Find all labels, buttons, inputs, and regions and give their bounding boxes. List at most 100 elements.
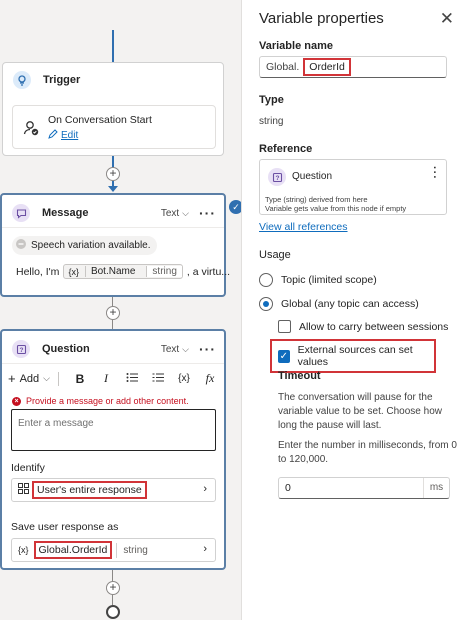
- variable-type: string: [146, 266, 182, 277]
- svg-text:?: ?: [275, 175, 279, 182]
- usage-option-global-label: Global (any topic can access): [281, 298, 419, 310]
- external-sources-label: External sources can set values: [297, 344, 413, 368]
- timeout-value: 0: [285, 482, 291, 494]
- chevron-down-icon: ⌵: [182, 343, 189, 354]
- panel-title: Variable properties: [259, 10, 384, 27]
- save-variable-name: Global.OrderId: [33, 541, 113, 559]
- timeout-description: The conversation will pause for the vari…: [278, 392, 442, 431]
- usage-option-topic-label: Topic (limited scope): [281, 274, 377, 286]
- add-node-button[interactable]: +: [106, 306, 120, 320]
- variable-name-field[interactable]: Global. OrderId: [259, 56, 447, 78]
- message-type-label: Text: [160, 207, 180, 219]
- question-icon: ?: [268, 168, 286, 186]
- speech-variation-badge[interactable]: Speech variation available.: [12, 236, 157, 255]
- speech-icon: [15, 238, 27, 253]
- check-icon: ✓: [279, 350, 289, 362]
- question-type-dropdown[interactable]: Text ⌵: [161, 344, 189, 355]
- trigger-header: Trigger: [13, 71, 80, 89]
- identify-icon: [18, 483, 29, 497]
- reference-desc-2: Variable gets value from this node if em…: [265, 204, 407, 213]
- plus-icon: +: [8, 371, 16, 386]
- question-title: Question: [42, 343, 90, 355]
- flow-end-marker: [106, 605, 120, 619]
- usage-label: Usage: [259, 249, 291, 261]
- connector-arrow: [108, 186, 118, 192]
- conversation-start-icon: [23, 120, 39, 139]
- message-type-dropdown[interactable]: Text ⌵: [161, 208, 189, 219]
- trigger-title: Trigger: [43, 74, 81, 86]
- formula-icon[interactable]: fx: [197, 371, 223, 386]
- message-header: Message: [12, 204, 88, 222]
- allow-carry-checkbox-row[interactable]: Allow to carry between sessions: [278, 320, 448, 333]
- edit-icon: [48, 129, 58, 142]
- reference-card[interactable]: ? Question ··· Type (string) derived fro…: [259, 159, 447, 215]
- message-node[interactable]: Message Text ⌵ ··· Speech variation avai…: [0, 193, 230, 297]
- error-text: Provide a message or add other content.: [26, 396, 189, 406]
- add-node-button[interactable]: +: [106, 581, 120, 595]
- connector-line: [112, 595, 113, 605]
- type-value: string: [259, 116, 284, 127]
- external-sources-checkbox-row[interactable]: ✓ External sources can set values: [270, 339, 436, 373]
- variable-properties-panel: Variable properties ✕ Variable name Glob…: [243, 0, 474, 620]
- variable-icon: {x}: [18, 545, 29, 555]
- svg-text:?: ?: [19, 347, 23, 354]
- message-text[interactable]: Hello, I'm {x} Bot.Name string , a virtu…: [16, 264, 230, 279]
- more-icon[interactable]: ···: [199, 341, 216, 357]
- identify-value: User's entire response: [32, 481, 147, 499]
- add-label: Add: [19, 372, 40, 385]
- bold-icon[interactable]: B: [67, 372, 93, 386]
- message-input[interactable]: Enter a message: [11, 409, 216, 451]
- trigger-event-label: On Conversation Start: [48, 114, 152, 126]
- external-sources-checkbox[interactable]: ✓: [278, 349, 290, 363]
- message-title: Message: [42, 207, 89, 219]
- reference-desc-1: Type (string) derived from here: [265, 195, 368, 204]
- trigger-node[interactable]: Trigger On Conversation Start Edit: [2, 62, 224, 156]
- chevron-down-icon: ⌵: [182, 207, 189, 218]
- message-toolbar: + Add ⌵ B I {x} fx: [8, 371, 223, 386]
- save-variable-type: string: [116, 542, 153, 558]
- save-variable-selector[interactable]: {x} Global.OrderId string ›: [11, 538, 216, 562]
- timeout-unit: ms: [423, 478, 449, 498]
- trigger-icon: [13, 71, 31, 89]
- radio-topic[interactable]: [259, 273, 273, 287]
- message-placeholder: Enter a message: [18, 418, 94, 429]
- variable-name-input[interactable]: OrderId: [303, 58, 351, 76]
- save-response-label: Save user response as: [11, 521, 119, 533]
- chevron-right-icon: ›: [203, 483, 207, 495]
- type-label: Type: [259, 94, 284, 106]
- error-message: × Provide a message or add other content…: [12, 396, 189, 406]
- question-icon: ?: [12, 340, 30, 358]
- usage-option-global[interactable]: Global (any topic can access): [259, 297, 419, 311]
- variable-prefix: Global.: [266, 61, 300, 73]
- trigger-event-card[interactable]: On Conversation Start Edit: [12, 105, 216, 149]
- message-icon: [12, 204, 30, 222]
- error-icon: ×: [12, 396, 21, 406]
- message-text-suffix: , a virtu...: [186, 265, 231, 278]
- more-icon[interactable]: ···: [199, 205, 216, 221]
- list-icon[interactable]: [119, 372, 145, 386]
- edit-label: Edit: [61, 130, 79, 141]
- speech-variation-text: Speech variation available.: [31, 240, 151, 251]
- identify-selector[interactable]: User's entire response ›: [11, 478, 216, 502]
- add-button[interactable]: + Add ⌵: [8, 371, 58, 386]
- more-icon[interactable]: ···: [428, 166, 440, 180]
- allow-carry-checkbox[interactable]: [278, 320, 291, 333]
- reference-node-name: Question: [292, 171, 333, 182]
- variable-chip[interactable]: {x} Bot.Name string: [63, 264, 183, 279]
- question-type-label: Text: [160, 343, 180, 355]
- usage-option-topic[interactable]: Topic (limited scope): [259, 273, 377, 287]
- question-node[interactable]: ? Question Text ⌵ ··· + Add ⌵ B I {x} fx…: [0, 329, 226, 570]
- close-icon[interactable]: ✕: [440, 9, 454, 29]
- view-all-references-link[interactable]: View all references: [259, 221, 348, 233]
- chevron-down-icon: ⌵: [43, 373, 50, 383]
- message-text-prefix: Hello, I'm: [16, 265, 60, 278]
- list-icon[interactable]: [145, 372, 171, 386]
- variable-icon[interactable]: {x}: [171, 373, 197, 384]
- italic-icon[interactable]: I: [93, 371, 119, 386]
- reference-label: Reference: [259, 143, 313, 155]
- timeout-input[interactable]: 0 ms: [278, 477, 450, 499]
- question-header-controls: Text ⌵ ···: [161, 341, 216, 357]
- edit-link[interactable]: Edit: [48, 129, 78, 142]
- add-node-button[interactable]: +: [106, 167, 120, 181]
- radio-global[interactable]: [259, 297, 273, 311]
